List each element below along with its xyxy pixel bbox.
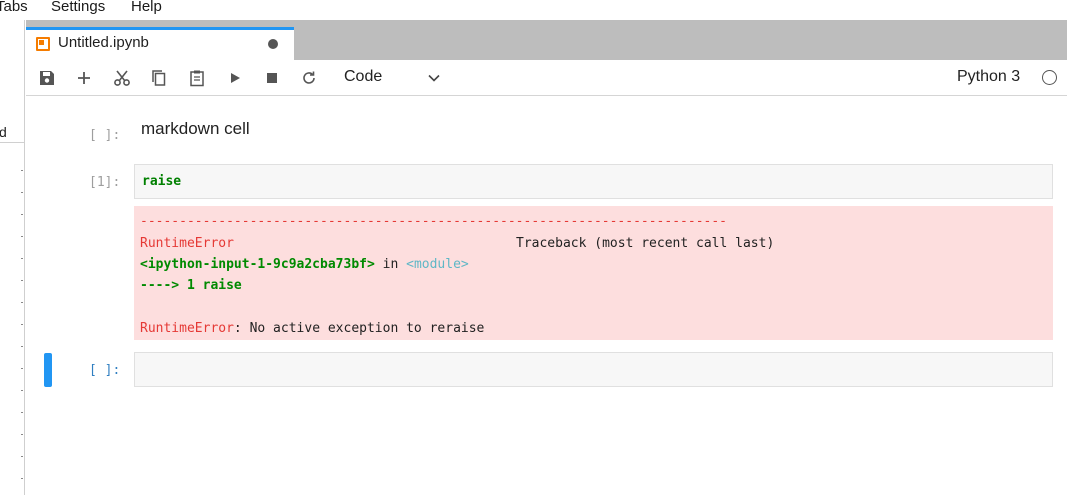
ipython-input-ref: <ipython-input-1-9c9a2cba73bf> [140,257,375,272]
sidebar-divider [0,142,24,143]
cut-icon [114,70,130,86]
sidebar-tick [21,478,23,479]
copy-icon [152,70,166,86]
restart-icon [303,71,315,84]
markdown-cell-text[interactable]: markdown cell [141,119,250,139]
menu-settings[interactable]: Settings [51,0,105,17]
notebook-icon [36,37,50,51]
cell-type-select[interactable]: Code [344,68,382,86]
code-source: raise [142,174,182,189]
notebook-toolbar: Code Python 3 [26,60,1067,96]
run-icon [231,73,240,83]
sidebar-tick [21,368,23,369]
cell-prompt: [ ]: [89,128,121,143]
kernel-status-icon [1042,70,1057,85]
sidebar-tick [21,170,23,171]
restart-button[interactable] [297,66,321,90]
error-rule: ----------------------------------------… [140,214,727,229]
stop-button[interactable] [260,66,284,90]
chevron-down-icon[interactable] [424,68,444,88]
add-cell-button[interactable] [72,66,96,90]
kernel-name[interactable]: Python 3 [957,68,1020,86]
paste-icon [190,70,204,87]
cell-prompt: [ ]: [89,363,121,378]
stop-icon [267,73,277,83]
tab-notebook[interactable]: Untitled.ipynb [26,27,294,60]
sidebar-tick [21,280,23,281]
code-cell-editor[interactable]: raise [134,164,1053,199]
error-output: ----------------------------------------… [134,206,1053,340]
left-sidebar: d [0,20,25,495]
sidebar-label: d [0,124,7,140]
error-message-line: RuntimeError: No active exception to rer… [140,321,484,336]
sidebar-tick [21,192,23,193]
run-button[interactable] [223,66,247,90]
error-name-final: RuntimeError [140,321,234,336]
error-message: : No active exception to reraise [233,321,485,336]
sidebar-tick [21,258,23,259]
menu-bar: Tabs Settings Help [0,0,1067,20]
sidebar-tick [21,324,23,325]
in-word: in [374,257,407,272]
cell-prompt: [1]: [89,175,121,190]
module-ref: <module> [406,257,469,272]
error-name: RuntimeError [140,236,234,251]
sidebar-tick [21,456,23,457]
sidebar-tick [21,236,23,237]
active-cell-indicator[interactable] [44,353,52,387]
menu-tabs[interactable]: Tabs [0,0,28,17]
paste-button[interactable] [185,66,209,90]
traceback-location: <ipython-input-1-9c9a2cba73bf> in <modul… [140,257,469,272]
menu-help[interactable]: Help [131,0,162,17]
notebook-panel: [ ]: markdown cell [1]: raise ----------… [26,97,1067,495]
code-cell-editor-empty[interactable] [134,352,1053,387]
traceback-label: Traceback (most recent call last) [516,236,775,251]
save-icon [40,71,54,85]
save-button[interactable] [35,66,59,90]
unsaved-indicator-icon[interactable] [268,39,278,49]
tab-title: Untitled.ipynb [58,34,149,51]
sidebar-tick [21,434,23,435]
tab-bar: Untitled.ipynb [26,20,1067,60]
cut-button[interactable] [110,66,134,90]
add-icon [78,72,90,84]
sidebar-tick [21,302,23,303]
copy-button[interactable] [147,66,171,90]
sidebar-tick [21,214,23,215]
traceback-arrow-line: ----> 1 raise [140,278,242,293]
sidebar-tick [21,412,23,413]
sidebar-tick [21,390,23,391]
sidebar-tick [21,346,23,347]
